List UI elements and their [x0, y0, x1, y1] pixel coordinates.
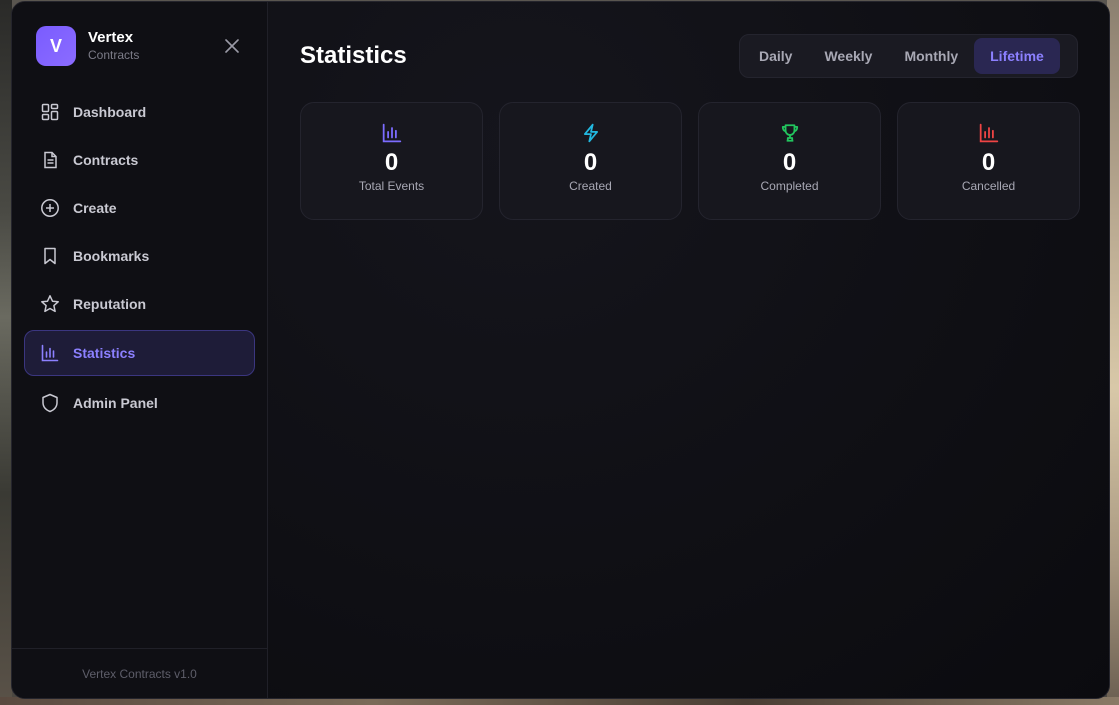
bar-chart-icon — [979, 123, 998, 143]
stat-value: 0 — [782, 149, 797, 176]
stat-card-cancelled: 0 Cancelled — [897, 102, 1080, 220]
sidebar-item-dashboard[interactable]: Dashboard — [24, 90, 255, 134]
sidebar-item-label: Bookmarks — [73, 248, 150, 264]
sidebar-nav: Dashboard Contracts Create Bookmarks Rep… — [24, 90, 255, 429]
brand: V Vertex Contracts — [36, 26, 139, 66]
sidebar-item-label: Statistics — [73, 345, 136, 361]
sidebar-item-reputation[interactable]: Reputation — [24, 282, 255, 326]
sidebar-item-contracts[interactable]: Contracts — [24, 138, 255, 182]
tab-daily[interactable]: Daily — [743, 38, 808, 74]
brand-logo: V — [36, 26, 76, 66]
main-content: Statistics Daily Weekly Monthly Lifetime… — [268, 2, 1109, 698]
sidebar-item-label: Contracts — [73, 152, 139, 168]
brand-subtitle: Contracts — [88, 48, 140, 62]
close-icon — [225, 39, 239, 53]
stat-value: 0 — [981, 149, 996, 176]
period-tabs: Daily Weekly Monthly Lifetime — [739, 34, 1078, 78]
sidebar-item-label: Dashboard — [73, 104, 147, 120]
sidebar-item-label: Reputation — [73, 296, 147, 312]
sidebar-item-create[interactable]: Create — [24, 186, 255, 230]
grid-icon — [40, 102, 60, 122]
tab-monthly[interactable]: Monthly — [888, 38, 974, 74]
bookmark-icon — [40, 246, 60, 266]
stat-label: Created — [569, 179, 612, 193]
trophy-icon — [781, 124, 798, 142]
plus-circle-icon — [40, 198, 60, 218]
brand-name: Vertex — [88, 29, 134, 46]
stat-label: Cancelled — [961, 179, 1016, 193]
app-window: V Vertex Contracts Dashboard Contracts C… — [11, 1, 1110, 699]
stat-card-created: 0 Created — [499, 102, 682, 220]
stat-label: Total Events — [358, 179, 425, 193]
document-icon — [40, 150, 60, 170]
lightning-icon — [583, 123, 598, 143]
stats-grid: 0 Total Events 0 Created 0 Completed 0 C… — [300, 102, 1080, 220]
bar-chart-icon — [40, 343, 60, 363]
star-icon — [40, 294, 60, 314]
sidebar: V Vertex Contracts Dashboard Contracts C… — [12, 2, 268, 698]
sidebar-item-bookmarks[interactable]: Bookmarks — [24, 234, 255, 278]
stat-label: Completed — [760, 179, 819, 193]
page-title: Statistics — [300, 42, 407, 69]
bar-chart-icon — [382, 123, 401, 143]
stat-card-completed: 0 Completed — [698, 102, 881, 220]
sidebar-footer: Vertex Contracts v1.0 — [12, 648, 267, 698]
stat-card-total-events: 0 Total Events — [300, 102, 483, 220]
close-button[interactable] — [222, 36, 242, 56]
sidebar-item-statistics[interactable]: Statistics — [24, 330, 255, 376]
stat-value: 0 — [384, 149, 399, 176]
tab-weekly[interactable]: Weekly — [808, 38, 888, 74]
sidebar-item-admin-panel[interactable]: Admin Panel — [24, 381, 255, 425]
sidebar-item-label: Create — [73, 200, 117, 216]
sidebar-item-label: Admin Panel — [73, 395, 158, 411]
tab-lifetime[interactable]: Lifetime — [974, 38, 1060, 74]
shield-icon — [40, 393, 60, 413]
stat-value: 0 — [583, 149, 598, 176]
